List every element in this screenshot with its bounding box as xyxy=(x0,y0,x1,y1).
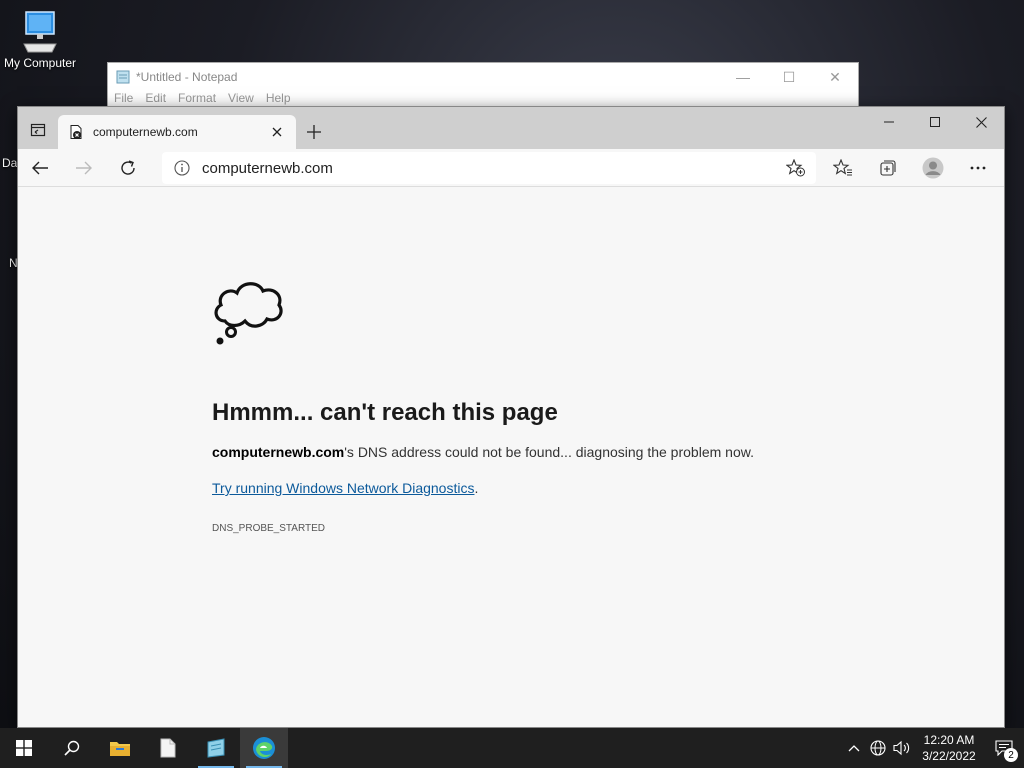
notepad-window[interactable]: *Untitled - Notepad — ☐ ✕ File Edit Form… xyxy=(107,62,859,112)
clock[interactable]: 12:20 AM 3/22/2022 xyxy=(914,732,984,764)
arrow-right-icon xyxy=(76,161,92,174)
computer-icon xyxy=(23,11,57,53)
info-icon xyxy=(174,160,190,176)
search-icon xyxy=(64,740,80,756)
taskbar-new-file[interactable] xyxy=(144,728,192,768)
menu-format[interactable]: Format xyxy=(178,91,216,105)
diagnostics-suffix: . xyxy=(474,480,479,496)
network-globe-icon xyxy=(870,740,886,756)
page-content: Hmmm... can't reach this page computerne… xyxy=(18,187,1004,727)
clock-time: 12:20 AM xyxy=(923,733,975,747)
system-tray: 12:20 AM 3/22/2022 2 xyxy=(842,728,1024,768)
notepad-maximize-button[interactable]: ☐ xyxy=(766,63,812,91)
error-domain: computernewb.com xyxy=(212,444,345,460)
refresh-button[interactable] xyxy=(106,150,150,186)
browser-toolbar: computernewb.com xyxy=(18,149,1004,187)
tab-actions-icon xyxy=(30,123,46,137)
settings-more-button[interactable] xyxy=(955,150,1000,186)
clock-date: 3/22/2022 xyxy=(922,749,976,763)
tab-title: computernewb.com xyxy=(93,125,198,139)
folder-icon xyxy=(110,742,130,756)
network-button[interactable] xyxy=(866,728,890,768)
taskbar: 12:20 AM 3/22/2022 2 xyxy=(0,728,1024,768)
minimize-icon xyxy=(884,121,894,123)
error-description-text: 's DNS address could not be found... dia… xyxy=(344,444,754,460)
desktop-icon-my-computer[interactable]: My Computer xyxy=(2,10,78,70)
diagnostics-line: Try running Windows Network Diagnostics. xyxy=(212,480,478,496)
notification-count-badge: 2 xyxy=(1004,748,1018,762)
star-add-icon xyxy=(786,159,805,177)
menu-help[interactable]: Help xyxy=(266,91,291,105)
volume-button[interactable] xyxy=(890,728,914,768)
refresh-icon xyxy=(121,159,135,175)
avatar-icon xyxy=(922,157,943,179)
close-icon xyxy=(975,116,987,128)
notepad-close-button[interactable]: ✕ xyxy=(812,63,858,91)
close-icon xyxy=(272,127,282,137)
tab-bar: computernewb.com xyxy=(18,107,1004,149)
taskbar-edge[interactable] xyxy=(240,728,288,768)
browser-window: computernewb.com computernewb.com Hmmm..… xyxy=(17,106,1005,728)
start-button[interactable] xyxy=(0,728,48,768)
show-hidden-icons-button[interactable] xyxy=(842,728,866,768)
collections-icon xyxy=(879,160,896,176)
windows-logo-icon xyxy=(16,740,32,756)
more-icon xyxy=(970,166,985,170)
menu-edit[interactable]: Edit xyxy=(145,91,166,105)
action-center-button[interactable]: 2 xyxy=(984,728,1024,768)
chevron-up-icon xyxy=(848,745,860,752)
edge-browser-icon xyxy=(253,737,275,759)
search-button[interactable] xyxy=(48,728,96,768)
menu-file[interactable]: File xyxy=(114,91,133,105)
taskbar-notepad[interactable] xyxy=(192,728,240,768)
notepad-icon xyxy=(116,70,130,84)
tab-actions-button[interactable] xyxy=(18,111,58,149)
tab-close-button[interactable] xyxy=(268,123,286,141)
network-diagnostics-link[interactable]: Try running Windows Network Diagnostics xyxy=(212,480,474,496)
desktop-icon-label-partial[interactable]: Da xyxy=(2,156,17,170)
thought-cloud-icon xyxy=(214,282,283,345)
taskbar-file-explorer[interactable] xyxy=(96,728,144,768)
favorites-icon xyxy=(832,159,852,176)
notepad-menubar: File Edit Format View Help xyxy=(108,91,858,105)
address-bar[interactable]: computernewb.com xyxy=(162,152,816,184)
site-info-button[interactable] xyxy=(162,160,202,176)
plus-icon xyxy=(307,125,321,139)
browser-minimize-button[interactable] xyxy=(866,107,912,137)
document-icon xyxy=(160,738,176,758)
browser-maximize-button[interactable] xyxy=(912,107,958,137)
back-button[interactable] xyxy=(18,150,62,186)
browser-close-button[interactable] xyxy=(958,107,1004,137)
speaker-icon xyxy=(893,740,910,756)
notepad-title: *Untitled - Notepad xyxy=(136,70,238,84)
desktop-icon-label: My Computer xyxy=(3,56,77,70)
error-description: computernewb.com's DNS address could not… xyxy=(212,444,754,460)
maximize-icon xyxy=(930,117,940,127)
profile-button[interactable] xyxy=(910,150,955,186)
add-favorite-button[interactable] xyxy=(776,159,816,177)
favorites-button[interactable] xyxy=(820,150,865,186)
notepad-minimize-button[interactable]: — xyxy=(720,63,766,91)
menu-view[interactable]: View xyxy=(228,91,254,105)
notepad-icon xyxy=(207,738,225,758)
error-heading: Hmmm... can't reach this page xyxy=(212,399,558,426)
page-error-icon xyxy=(70,125,82,139)
tab-active[interactable]: computernewb.com xyxy=(58,115,296,149)
arrow-left-icon xyxy=(32,161,48,174)
collections-button[interactable] xyxy=(865,150,910,186)
error-code: DNS_PROBE_STARTED xyxy=(212,523,325,534)
forward-button[interactable] xyxy=(62,150,106,186)
new-tab-button[interactable] xyxy=(296,115,332,149)
address-input[interactable]: computernewb.com xyxy=(202,160,776,177)
